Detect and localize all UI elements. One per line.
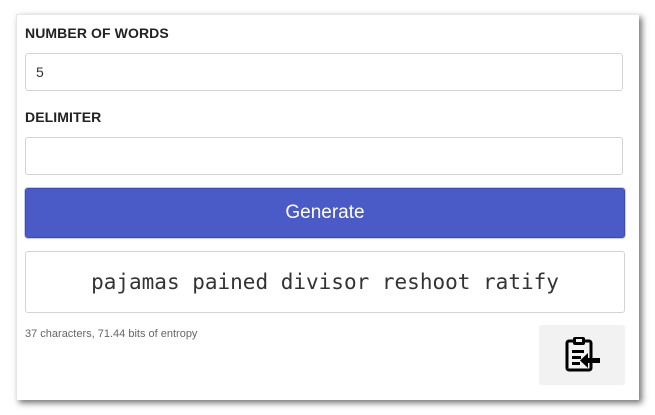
number-of-words-input[interactable] (25, 53, 623, 91)
passphrase-output: pajamas pained divisor reshoot ratify (25, 251, 625, 313)
number-of-words-label: NUMBER OF WORDS (25, 25, 169, 41)
clipboard-paste-icon (562, 334, 602, 377)
generate-button[interactable]: Generate (25, 188, 625, 238)
copy-button[interactable] (539, 325, 625, 385)
delimiter-input[interactable] (25, 137, 623, 175)
entropy-stats: 37 characters, 71.44 bits of entropy (25, 328, 198, 340)
delimiter-label: DELIMITER (25, 109, 102, 125)
passphrase-generator-card: NUMBER OF WORDS DELIMITER Generate pajam… (16, 14, 639, 400)
